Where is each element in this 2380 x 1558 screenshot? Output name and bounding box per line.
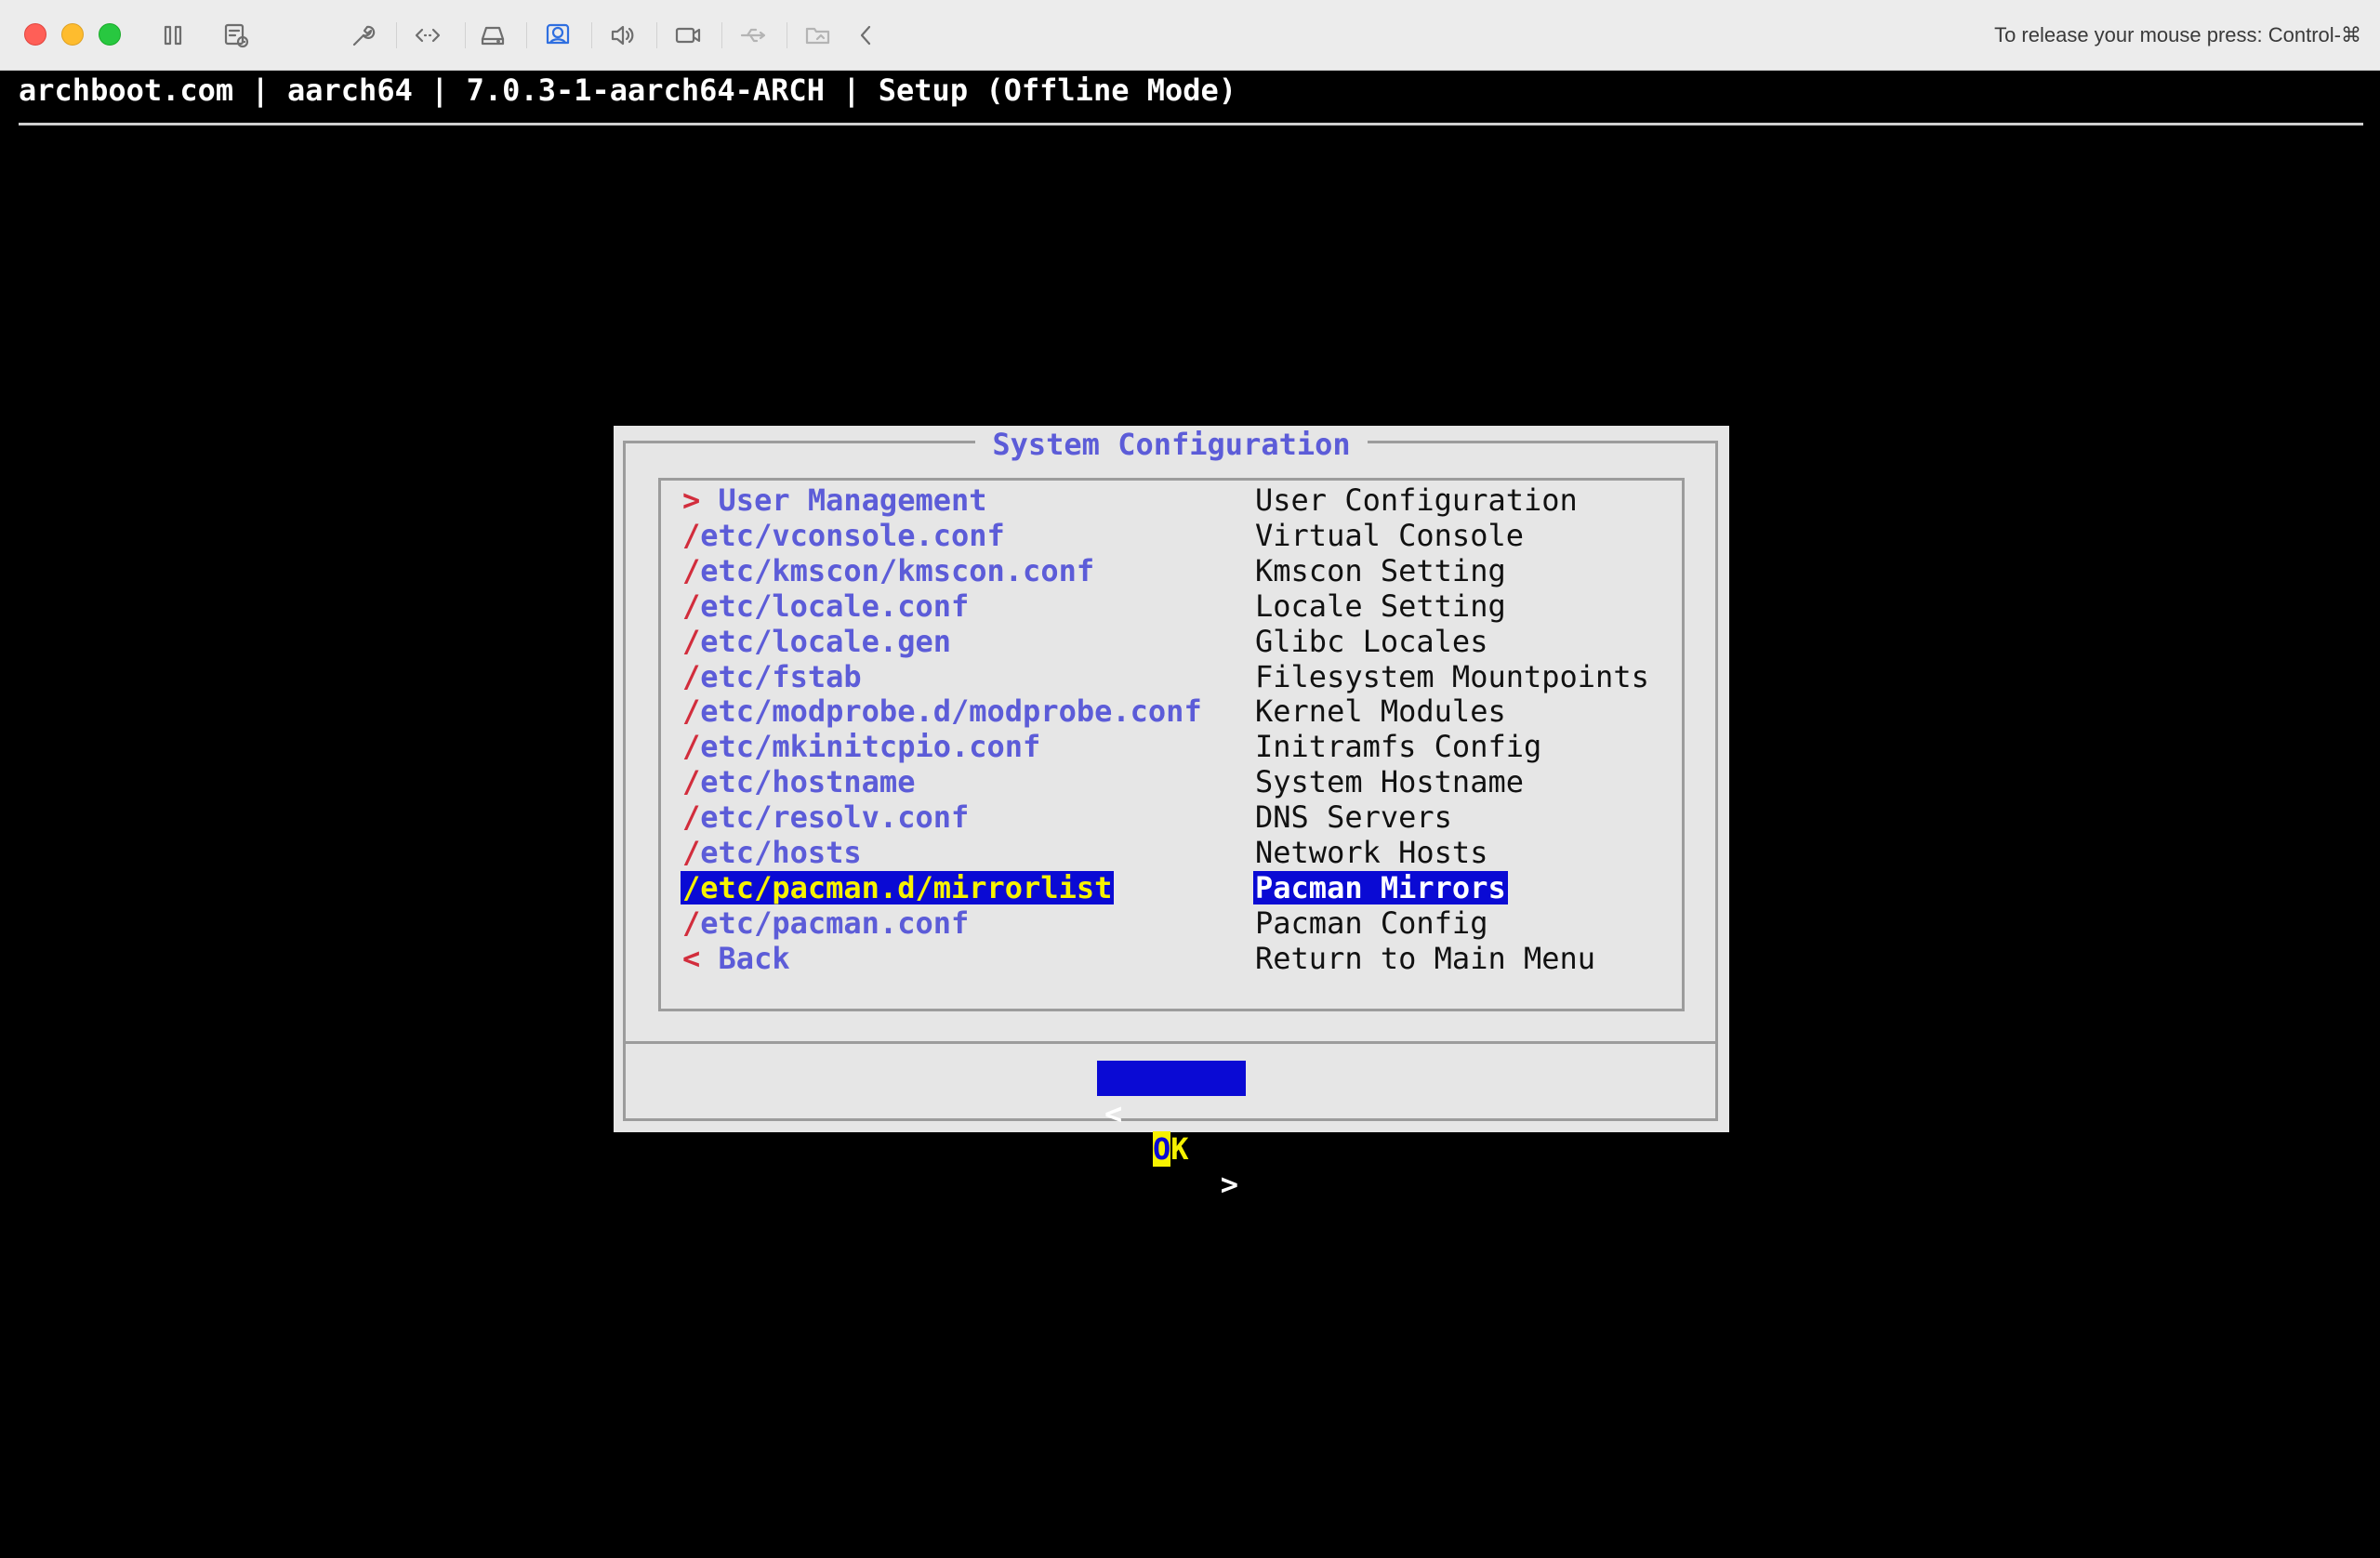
settings-wrench-icon[interactable] <box>344 17 381 54</box>
menu-item-tag: > User Management <box>681 483 989 517</box>
menu-item-description: Virtual Console <box>1255 517 1524 553</box>
menu-item-tag-text: etc/hosts <box>700 835 862 870</box>
ok-button-right-bracket: > <box>1220 1167 1238 1202</box>
camera-icon[interactable] <box>669 17 707 54</box>
menu-item-lead-char: / <box>682 835 701 870</box>
disk-icon[interactable] <box>474 17 511 54</box>
menu-item-description: Pacman Config <box>1255 904 1488 941</box>
code-icon[interactable] <box>409 17 446 54</box>
menu-item-description: Return to Main Menu <box>1255 940 1596 976</box>
menu-item-tag: /etc/vconsole.conf <box>681 519 1007 552</box>
ok-button-hotkey: O <box>1153 1131 1171 1167</box>
menu-item-lead-char: / <box>682 764 701 800</box>
menu-item-description: Pacman Mirrors <box>1253 869 1508 905</box>
zoom-window-button[interactable] <box>99 23 121 46</box>
window-titlebar: To release your mouse press: Control-⌘ <box>0 0 2380 71</box>
usb-icon[interactable] <box>734 17 772 54</box>
menu-item-lead-char: / <box>682 552 701 588</box>
menu-item-tag-text: etc/mkinitcpio.conf <box>700 729 1041 765</box>
menu-item-tag-text: Back <box>700 940 790 976</box>
menu-item-lead-char: / <box>682 799 701 836</box>
menu-item-tag: /etc/locale.conf <box>681 589 971 623</box>
terminal-divider <box>19 123 2363 125</box>
menu-item-tag-text: etc/vconsole.conf <box>700 517 1005 553</box>
menu-item-tag-text: etc/pacman.d/mirrorlist <box>700 869 1113 905</box>
ok-button-label: OK <box>1153 1131 1189 1167</box>
menu-item-description: User Configuration <box>1255 482 1578 518</box>
menu-item-lead-char: > <box>682 482 701 518</box>
menu-item-tag: /etc/fstab <box>681 660 864 693</box>
menu-item-lead-char: / <box>682 904 701 941</box>
menu-item-description: System Hostname <box>1255 764 1524 800</box>
system-configuration-dialog: System Configuration > User Management Us… <box>614 426 1729 1202</box>
release-mouse-hint: To release your mouse press: Control-⌘ <box>1994 23 2361 46</box>
menu-item-tag-text: etc/locale.conf <box>700 588 970 624</box>
menu-item-tag: /etc/pacman.d/mirrorlist <box>681 869 1115 905</box>
audio-icon[interactable] <box>604 17 641 54</box>
menu-item-tag: /etc/modprobe.d/modprobe.conf <box>681 694 1204 728</box>
menu-item-description: Kmscon Setting <box>1255 552 1506 588</box>
menu-item-tag: /etc/pacman.conf <box>681 906 971 940</box>
button-area-divider <box>623 1041 1718 1044</box>
minimize-window-button[interactable] <box>61 23 84 46</box>
terminal-header: archboot.com | aarch64 | 7.0.3-1-aarch64… <box>19 73 1237 108</box>
menu-item-tag: /etc/locale.gen <box>681 625 953 658</box>
user-share-icon[interactable] <box>539 17 576 54</box>
menu-item-tag: /etc/hosts <box>681 836 864 869</box>
ok-button[interactable]: < OK > <box>1097 1061 1246 1202</box>
menu-item-description: Initramfs Config <box>1255 729 1542 765</box>
menu-item-lead-char: / <box>682 693 701 730</box>
menu-item-lead-char: < <box>682 940 701 976</box>
menu-item-description: Locale Setting <box>1255 588 1506 624</box>
ok-button-left-bracket: < <box>1104 1096 1123 1131</box>
close-window-button[interactable] <box>24 23 46 46</box>
menu-item-lead-char: / <box>682 623 701 659</box>
menu-item-tag-text: etc/resolv.conf <box>700 799 970 836</box>
menu-item-tag: /etc/resolv.conf <box>681 800 971 834</box>
menu-item-tag-text: etc/pacman.conf <box>700 904 970 941</box>
menu-item-tag-text: etc/fstab <box>700 658 862 694</box>
menu-item-tag-text: etc/hostname <box>700 764 916 800</box>
menu-item-lead-char: / <box>682 869 701 905</box>
menu-item-description: Kernel Modules <box>1255 693 1506 730</box>
menu-item-description: Glibc Locales <box>1255 623 1488 659</box>
chevron-left-icon[interactable] <box>848 17 885 54</box>
menu-item-lead-char: / <box>682 658 701 694</box>
shared-folder-icon[interactable] <box>800 17 837 54</box>
dialog-title: System Configuration <box>975 427 1368 462</box>
menu-item-tag: /etc/kmscon/kmscon.conf <box>681 554 1096 588</box>
ok-button-label-rest: K <box>1170 1131 1189 1167</box>
menu-item-description: Filesystem Mountpoints <box>1255 658 1649 694</box>
menu-item-lead-char: / <box>682 729 701 765</box>
menu-item-tag-text: User Management <box>700 482 987 518</box>
menu-item-tag: /etc/mkinitcpio.conf <box>681 730 1042 763</box>
menu-item-tag: /etc/hostname <box>681 765 917 799</box>
pause-icon[interactable] <box>154 17 192 54</box>
menu-item-lead-char: / <box>682 517 701 553</box>
menu-item-tag-text: etc/modprobe.d/modprobe.conf <box>700 693 1202 730</box>
menu-item-tag-text: etc/kmscon/kmscon.conf <box>700 552 1095 588</box>
menu-item-tag: < Back <box>681 942 792 975</box>
menu-item-tag-text: etc/locale.gen <box>700 623 951 659</box>
snapshot-icon[interactable] <box>218 17 255 54</box>
menu-item-description: DNS Servers <box>1255 799 1452 836</box>
menu-item-description: Network Hosts <box>1255 835 1488 870</box>
menu-item-lead-char: / <box>682 588 701 624</box>
